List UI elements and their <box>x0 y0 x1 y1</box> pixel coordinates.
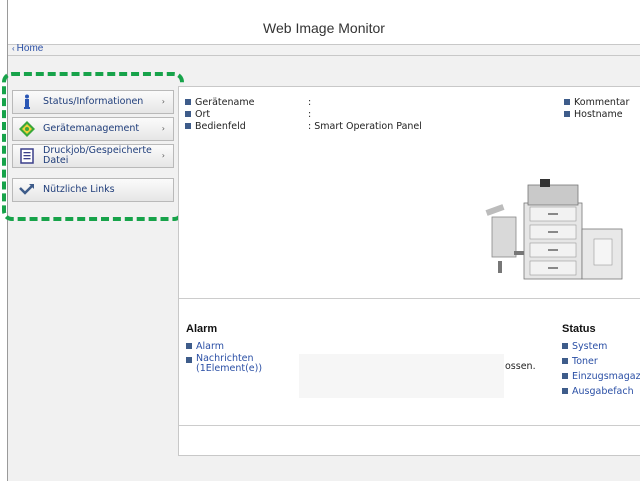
sidebar-item-label: Druckjob/Gespeicherte Datei <box>43 146 152 166</box>
device-info-label: Bedienfeld <box>195 121 246 132</box>
device-info-label: Gerätename <box>195 97 255 108</box>
device-info-value: : <box>308 109 312 120</box>
document-icon <box>20 148 34 164</box>
bullet-square-icon <box>186 357 192 363</box>
status-link-row: Einzugsmagaz <box>562 371 640 386</box>
messages-link-row: Nachrichten (1Element(e)) <box>186 354 262 374</box>
bullet-square-icon <box>185 123 191 129</box>
messages-link[interactable]: Nachrichten (1Element(e)) <box>196 354 262 374</box>
sidebar-item-label: Nützliche Links <box>43 184 115 195</box>
device-management-icon <box>19 121 35 137</box>
status-link-row: System <box>562 341 640 356</box>
device-info-label: Kommentar <box>574 97 630 108</box>
status-section: Status System Toner Einzugsmagaz Ausgabe… <box>562 323 640 401</box>
messages-link-line2: (1Element(e)) <box>196 363 263 374</box>
bullet-square-icon <box>562 388 568 394</box>
device-info-right-list: Kommentar Hostname <box>564 97 629 121</box>
sidebar-item-status-information[interactable]: Status/Informationen › <box>12 90 174 114</box>
bullet-square-icon <box>562 358 568 364</box>
status-link-system[interactable]: System <box>572 341 607 352</box>
divider <box>179 298 640 299</box>
sidebar-item-device-management[interactable]: Gerätemanagement › <box>12 117 174 141</box>
page-header: Web Image Monitor <box>8 0 640 44</box>
home-link[interactable]: ‹ Home <box>12 43 43 54</box>
bullet-square-icon <box>185 99 191 105</box>
sidebar-item-label: Gerätemanagement <box>43 123 140 134</box>
sidebar-item-label: Status/Informationen <box>43 96 144 107</box>
bullet-square-icon <box>562 373 568 379</box>
alarm-link[interactable]: Alarm <box>196 341 224 352</box>
sidebar-item-useful-links[interactable]: Nützliche Links <box>12 178 174 202</box>
sidebar-item-print-job-stored-file[interactable]: Druckjob/Gespeicherte Datei › <box>12 144 174 168</box>
chevron-right-icon: › <box>161 97 165 106</box>
alarm-section-title: Alarm <box>186 323 218 335</box>
status-link-output-tray[interactable]: Ausgabefach <box>572 386 634 397</box>
divider <box>179 425 640 426</box>
chevron-right-icon: › <box>161 151 165 160</box>
message-preview-text: ossen. <box>505 361 536 372</box>
printer-device-image <box>485 179 623 280</box>
bullet-square-icon <box>185 111 191 117</box>
sidebar-menu: Status/Informationen › Gerätemanagement … <box>12 90 174 205</box>
home-link-label: Home <box>16 43 44 54</box>
alarm-section: Alarm Alarm Nachrichten (1Element(e)) <box>186 323 262 374</box>
bullet-square-icon <box>564 99 570 105</box>
status-link-input-tray[interactable]: Einzugsmagaz <box>572 371 640 382</box>
device-info-label: Hostname <box>574 109 623 120</box>
bullet-square-icon <box>186 343 192 349</box>
status-section-title: Status <box>562 323 596 335</box>
device-info-label: Ort <box>195 109 211 120</box>
status-link-row: Ausgabefach <box>562 386 640 401</box>
device-info-value: : <box>308 97 312 108</box>
sidebar-item-label-line2: Datei <box>43 155 69 166</box>
page-title: Web Image Monitor <box>263 20 385 36</box>
device-overview-panel: Gerätename : Ort : Bedienfeld : Smart Op… <box>178 86 640 456</box>
info-icon <box>24 94 30 109</box>
device-info-row: Hostname <box>564 109 629 121</box>
breadcrumb-bar: ‹ Home <box>8 43 640 56</box>
bullet-square-icon <box>562 343 568 349</box>
link-arrow-icon <box>19 184 34 195</box>
chevron-left-icon: ‹ <box>12 44 15 53</box>
bullet-square-icon <box>564 111 570 117</box>
status-link-row: Toner <box>562 356 640 371</box>
status-link-toner[interactable]: Toner <box>572 356 598 367</box>
device-info-value: : Smart Operation Panel <box>308 121 422 132</box>
message-preview-area <box>299 354 504 398</box>
chevron-right-icon: › <box>161 124 165 133</box>
device-info-row: Kommentar <box>564 97 629 109</box>
